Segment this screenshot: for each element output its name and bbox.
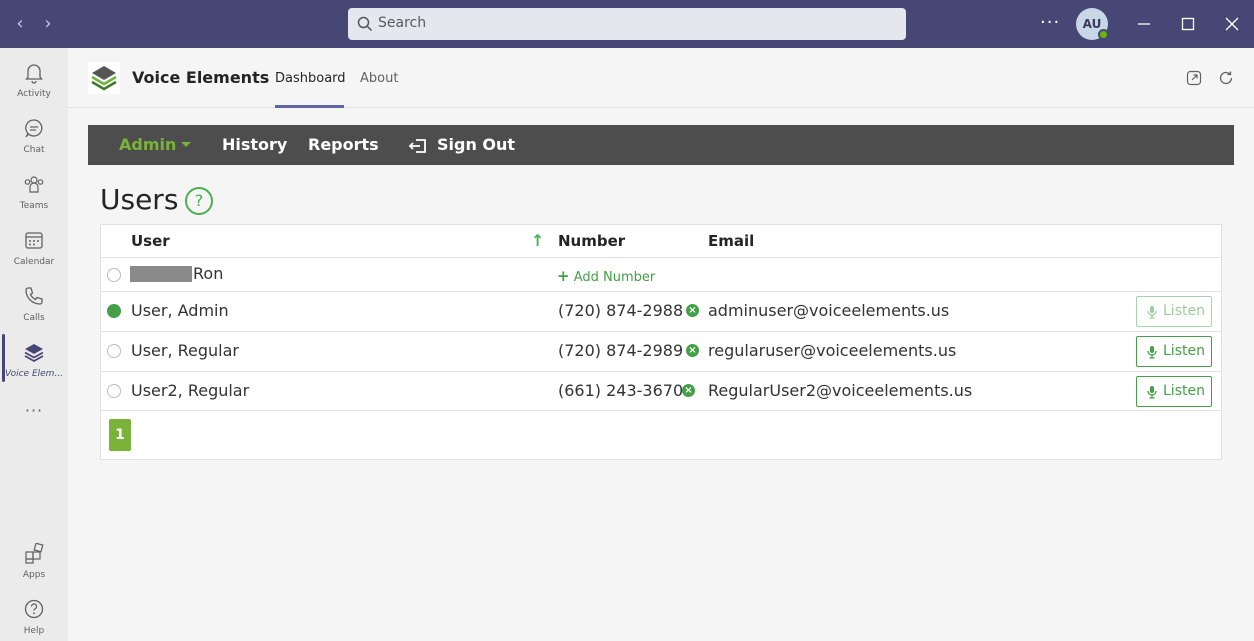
layers-icon [24,344,44,363]
microphone-icon [1147,346,1157,359]
redacted-text [130,266,192,282]
row-select-radio[interactable] [107,304,121,318]
row-select-radio[interactable] [107,344,121,358]
add-number-link[interactable]: + Add Number [557,267,655,285]
add-number-label: Add Number [573,270,656,285]
plus-icon: + [557,267,570,285]
listen-label: Listen [1163,343,1205,359]
rail-item-calls[interactable]: Calls [0,278,68,334]
chevron-down-icon[interactable] [181,142,191,147]
row-select-radio[interactable] [107,384,121,398]
listen-label: Listen [1163,383,1205,399]
rail-label: Apps [22,570,46,580]
sign-out-icon[interactable] [408,138,428,154]
table-row[interactable]: User2, Regular (661) 243-3670 × RegularU… [101,371,1221,411]
app-name: Voice Elements [132,68,270,87]
rail-label: Activity [17,89,51,99]
microphone-icon [1147,306,1157,319]
search-placeholder: Search [378,15,427,31]
column-header-number[interactable]: Number [558,232,625,250]
minimize-icon[interactable] [1132,12,1156,36]
user-name: User2, Regular [131,381,250,400]
phone-icon [25,287,43,305]
rail-item-chat[interactable]: Chat [0,110,68,166]
rail-item-calendar[interactable]: Calendar [0,222,68,278]
pagination-page-1[interactable]: 1 [109,419,131,451]
calendar-icon [25,232,43,249]
history-menu[interactable]: History [222,135,287,154]
back-arrow-icon[interactable]: ‹ [10,14,30,34]
rail-label: Chat [23,145,45,155]
page-title: Users [100,183,179,216]
table-row[interactable]: Ron + Add Number [101,257,1221,291]
apps-icon [25,543,44,564]
rail-label: Teams [19,201,49,211]
main-content: Admin History Reports Sign Out Users ? U… [88,108,1234,641]
rail-item-voice-elements[interactable]: Voice Elem... [0,334,68,390]
tab-about[interactable]: About [360,71,398,86]
help-icon [24,599,44,619]
rail-label: Calls [23,313,45,323]
phone-number: (661) 243-3670 [558,381,684,400]
phone-number: (720) 874-2989 [558,341,684,360]
listen-button[interactable]: Listen [1136,296,1212,327]
listen-label: Listen [1163,303,1205,319]
reports-menu[interactable]: Reports [308,135,379,154]
bell-icon [25,64,43,84]
rail-item-teams[interactable]: Teams [0,166,68,222]
search-icon [357,16,373,32]
sign-out-button[interactable]: Sign Out [437,135,515,154]
teams-icon [24,176,44,193]
phone-number: (720) 874-2988 [558,301,684,320]
column-header-email[interactable]: Email [708,232,754,250]
popout-icon[interactable] [1186,70,1202,86]
refresh-icon[interactable] [1218,70,1234,86]
more-apps-icon[interactable]: ··· [0,398,68,428]
help-button[interactable]: ? [185,187,213,215]
title-bar: ‹ › Search ··· AU [0,0,1254,48]
forward-arrow-icon[interactable]: › [38,14,58,34]
table-row[interactable]: User, Regular (720) 874-2989 × regularus… [101,331,1221,371]
rail-item-help[interactable]: Help [0,591,68,641]
table-row[interactable]: User, Admin (720) 874-2988 × adminuser@v… [101,291,1221,331]
listen-button[interactable]: Listen [1136,376,1212,407]
rail-label: Voice Elem... [4,369,64,379]
app-header: Voice Elements Dashboard About [68,48,1254,108]
admin-menu[interactable]: Admin [119,135,176,154]
listen-button[interactable]: Listen [1136,336,1212,367]
user-name: Ron [193,264,224,283]
email: RegularUser2@voiceelements.us [708,381,973,400]
rail-item-apps[interactable]: Apps [0,535,68,591]
app-rail: Activity Chat Teams Calendar Calls Voice… [0,48,68,641]
presence-available-icon [1098,29,1109,40]
remove-number-icon[interactable]: × [682,384,695,397]
close-icon[interactable] [1220,12,1244,36]
rail-label: Help [23,626,45,636]
chat-icon [25,119,43,138]
remove-number-icon[interactable]: × [686,344,699,357]
email: adminuser@voiceelements.us [708,301,950,320]
row-select-radio[interactable] [107,268,121,282]
remove-number-icon[interactable]: × [686,304,699,317]
user-name: User, Admin [131,301,229,320]
sort-ascending-icon[interactable]: ↑ [531,231,544,250]
maximize-icon[interactable] [1176,12,1200,36]
rail-item-activity[interactable]: Activity [0,54,68,110]
rail-label: Calendar [13,257,55,267]
voice-elements-logo [88,62,120,94]
user-name: User, Regular [131,341,240,360]
column-header-user[interactable]: User [131,232,170,250]
users-table: User ↑ Number Email Ron + Add Number Use… [100,224,1222,460]
tab-dashboard[interactable]: Dashboard [275,71,346,86]
more-options-icon[interactable]: ··· [1040,12,1060,33]
search-input[interactable]: Search [348,8,906,40]
microphone-icon [1147,386,1157,399]
top-menu: Admin History Reports Sign Out [88,125,1234,165]
email: regularuser@voiceelements.us [708,341,957,360]
